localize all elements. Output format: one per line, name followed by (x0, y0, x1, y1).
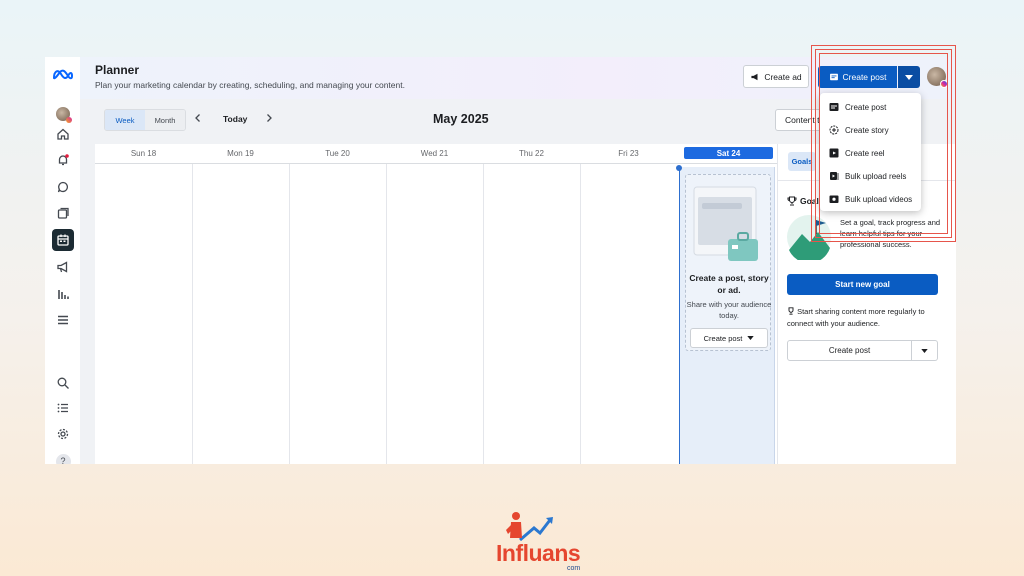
menu-item-create-story[interactable]: Create story (820, 119, 921, 141)
share-tip-text: Start sharing content more regularly to … (787, 307, 925, 328)
share-tip: Start sharing content more regularly to … (787, 306, 947, 330)
trophy-icon (788, 307, 794, 315)
day-header: Sun 18 (130, 148, 157, 158)
month-view-button[interactable]: Month (145, 110, 185, 130)
month-label: May 2025 (433, 112, 489, 126)
goal-illustration (787, 215, 831, 260)
page-subtitle: Plan your marketing calendar by creating… (95, 80, 405, 90)
create-ad-button[interactable]: Create ad (743, 65, 809, 88)
bulk-videos-icon (829, 195, 839, 203)
today-button[interactable]: Today (223, 114, 247, 124)
day-column[interactable] (580, 164, 581, 464)
tab-goals[interactable]: Goals (788, 152, 816, 171)
day-column[interactable] (386, 164, 387, 464)
create-post-dropdown-button[interactable] (898, 66, 920, 88)
chevron-left-icon[interactable] (193, 113, 203, 123)
day-header: Fri 23 (618, 148, 639, 158)
start-new-goal-button[interactable]: Start new goal (787, 274, 938, 295)
caret-down-icon (921, 348, 928, 353)
caret-down-icon (905, 74, 913, 80)
meta-logo-icon[interactable] (52, 67, 74, 85)
selected-day-header[interactable]: Sat 24 (684, 147, 773, 159)
content-icon[interactable] (52, 203, 74, 225)
account-avatar[interactable] (927, 67, 948, 88)
goal-heading: Goal (787, 196, 819, 206)
home-icon[interactable] (52, 123, 74, 145)
notifications-bell-icon[interactable] (52, 149, 74, 171)
brand-domain: com (567, 565, 581, 572)
ads-megaphone-icon[interactable] (52, 256, 74, 278)
settings-gear-icon[interactable] (52, 423, 74, 445)
menu-item-create-reel[interactable]: Create reel (820, 142, 921, 164)
menu-item-label: Create story (845, 125, 889, 135)
messages-icon[interactable] (52, 176, 74, 198)
post-icon (829, 103, 839, 111)
goal-description: Set a goal, track progress and learn hel… (840, 218, 941, 249)
menu-item-bulk-upload-reels[interactable]: Bulk upload reels (820, 165, 921, 187)
week-calendar: Sun 18 Mon 19 Tue 20 Wed 21 Thu 22 Fri 2… (95, 144, 777, 464)
profile-avatar-icon[interactable] (52, 103, 74, 125)
help-icon[interactable]: ? (52, 450, 74, 464)
empty-create-post-label: Create post (703, 333, 743, 343)
trophy-icon (787, 196, 797, 206)
list-icon[interactable] (52, 397, 74, 419)
reel-icon (829, 148, 839, 158)
instagram-badge-icon (940, 80, 948, 88)
brand-name: Influans (496, 540, 581, 566)
bulk-reels-icon (830, 172, 839, 180)
create-ad-label: Create ad (764, 71, 802, 82)
side-navigation: ? (45, 57, 80, 464)
empty-state-title: Create a post, story or ad. (689, 273, 769, 295)
menu-item-label: Bulk upload reels (845, 171, 907, 181)
page-title: Planner (95, 63, 140, 77)
menu-item-bulk-upload-videos[interactable]: Bulk upload videos (820, 188, 921, 210)
view-toggle: Week Month (104, 109, 186, 131)
chevron-right-icon[interactable] (264, 113, 274, 123)
day-column[interactable] (483, 164, 484, 464)
calendar-toolbar: Week Month Today May 2025 Content type: … (95, 107, 930, 137)
day-column[interactable] (192, 164, 193, 464)
planner-calendar-icon[interactable] (52, 229, 74, 251)
day-column[interactable] (289, 164, 290, 464)
menu-icon[interactable] (52, 309, 74, 331)
day-header: Thu 22 (519, 148, 544, 158)
create-post-label: Create post (842, 72, 887, 82)
day-header: Mon 19 (227, 148, 254, 158)
day-header: Wed 21 (420, 148, 449, 158)
empty-create-post-button[interactable]: Create post (690, 328, 768, 348)
caret-down-icon (747, 336, 755, 340)
post-icon (829, 73, 838, 81)
empty-state-subtitle: Share with your audience today. (686, 300, 772, 320)
menu-item-label: Create post (845, 102, 887, 112)
menu-item-create-post[interactable]: Create post (820, 96, 921, 118)
create-post-button[interactable]: Create post (818, 66, 897, 88)
day-header: Tue 20 (325, 148, 350, 158)
header-divider (95, 163, 777, 164)
goal-title: Goal (800, 196, 819, 206)
empty-state-card: Create a post, story or ad. Share with y… (685, 174, 771, 351)
panel-create-post-button[interactable]: Create post (787, 340, 912, 361)
menu-item-label: Bulk upload videos (845, 194, 913, 204)
search-icon[interactable] (52, 372, 74, 394)
menu-item-label: Create reel (845, 148, 885, 158)
panel-create-post-dropdown[interactable] (912, 340, 938, 361)
create-post-menu: Create post Create story Create reel Bul… (820, 93, 921, 211)
insights-icon[interactable] (52, 283, 74, 305)
week-view-button[interactable]: Week (105, 110, 145, 130)
current-time-dot (676, 165, 682, 171)
story-icon (829, 125, 839, 135)
megaphone-icon (751, 73, 758, 80)
empty-state-illustration (693, 186, 758, 261)
